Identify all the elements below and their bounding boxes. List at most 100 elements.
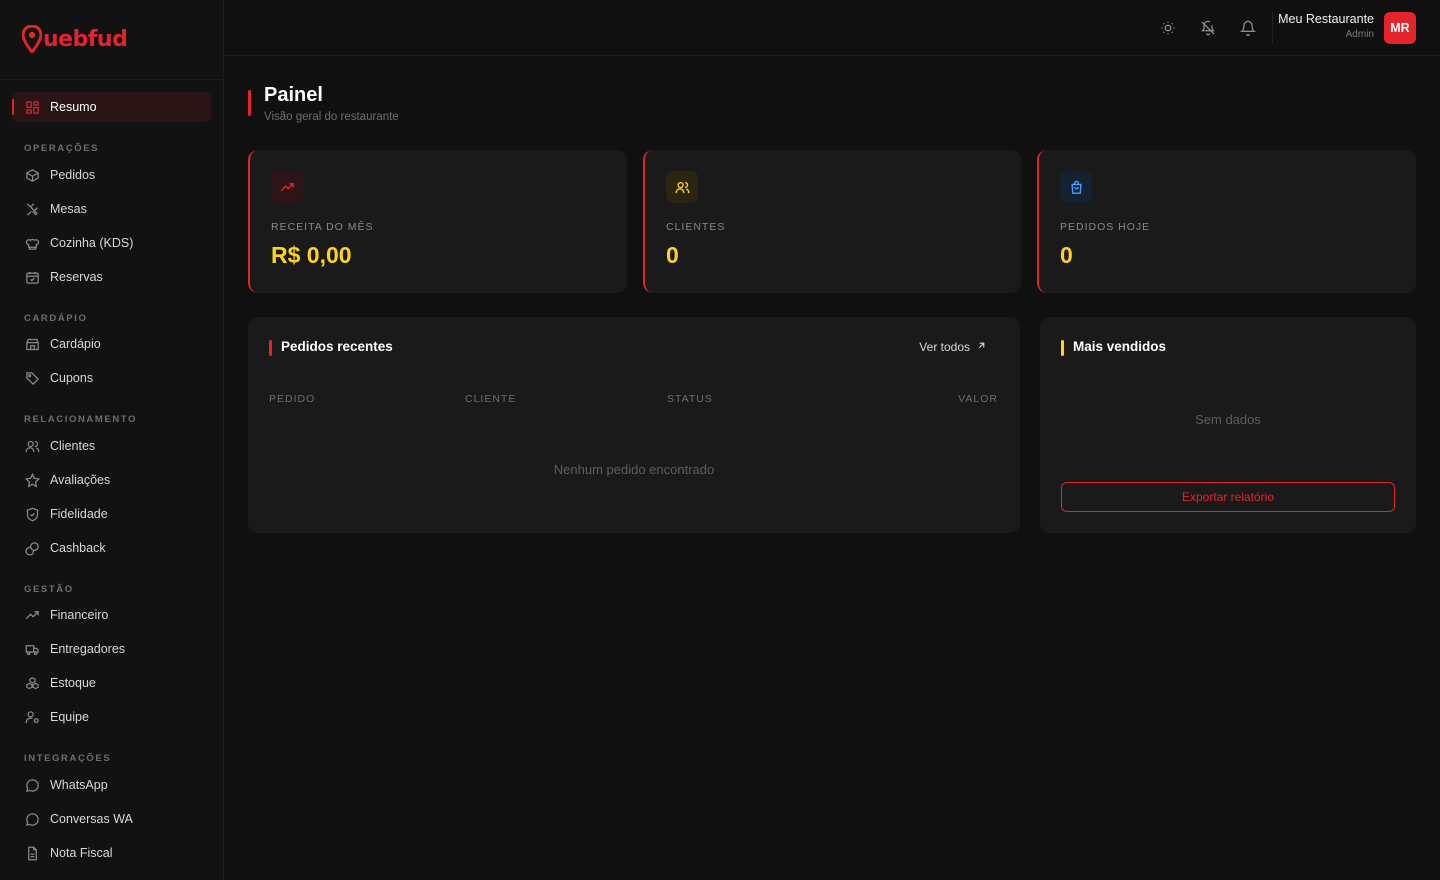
recent-orders-panel: Pedidos recentes Ver todos PEDIDO CLIENT… [248,317,1020,533]
sidebar-item-avaliacoes[interactable]: Avaliações [12,465,211,495]
sidebar-item-label: Fidelidade [50,507,108,521]
header-separator [1272,12,1273,44]
sidebar-item-label: Pedidos [50,168,96,182]
sidebar-item-mesas[interactable]: Mesas [12,194,211,224]
location-pin-logo-icon [22,25,42,53]
brand-logo[interactable]: uebfud [22,22,128,56]
sidebar-item-label: Estoque [50,676,96,690]
sidebar-item-label: Resumo [50,100,97,114]
shield-check-icon [24,506,40,522]
arrow-up-right-icon [976,340,987,354]
sidebar-item-conversas-wa[interactable]: Conversas WA [12,804,211,834]
calendar-check-icon [24,269,40,285]
user-name[interactable]: Meu Restaurante [1278,12,1374,26]
user-role: Admin [1345,29,1374,40]
stat-value: 0 [1060,242,1073,268]
avatar[interactable]: MR [1384,12,1416,44]
best-sellers-panel: Mais vendidos Sem dados Exportar relatór… [1040,317,1416,533]
file-text-icon [24,845,40,861]
message-circle-icon [24,777,40,793]
store-icon [24,336,40,352]
user-cog-icon [24,709,40,725]
page-subtitle: Visão geral do restaurante [264,111,399,123]
page-title: Painel [264,84,323,106]
trending-up-icon [24,607,40,623]
grid-icon [24,99,40,115]
chef-hat-icon [24,235,40,251]
panel-title: Mais vendidos [1073,339,1167,354]
sidebar-item-cardapio[interactable]: Cardápio [12,329,211,359]
brand-name: uebfud [43,26,128,52]
sidebar-item-financeiro[interactable]: Financeiro [12,600,211,630]
stat-value: R$ 0,00 [271,242,352,268]
sun-icon[interactable] [1158,18,1178,38]
users-icon [24,438,40,454]
panel-accent-bar [1061,340,1064,356]
star-icon [24,472,40,488]
stat-label: CLIENTES [666,221,726,233]
sidebar-item-nota-fiscal[interactable]: Nota Fiscal [12,838,211,868]
column-header-cliente[interactable]: CLIENTE [465,393,516,405]
panel-title: Pedidos recentes [281,339,393,354]
stat-label: RECEITA DO MÊS [271,221,374,233]
truck-icon [24,641,40,657]
sidebar-item-label: Cardápio [50,337,101,351]
sidebar-item-estoque[interactable]: Estoque [12,668,211,698]
utensils-icon [24,201,40,217]
sidebar-item-reservas[interactable]: Reservas [12,262,211,292]
panel-accent-bar [269,340,272,356]
sidebar-item-resumo[interactable]: Resumo [12,92,211,122]
section-label-cardapio: CARDÁPIO [24,313,88,324]
users-icon [666,171,698,203]
sidebar-item-entregadores[interactable]: Entregadores [12,634,211,664]
sidebar-item-label: Clientes [50,439,96,453]
section-label-relacionamento: RELACIONAMENTO [24,414,138,425]
stat-value: 0 [666,242,679,268]
sidebar-item-label: Financeiro [50,608,109,622]
bell-off-icon[interactable] [1198,18,1218,38]
sidebar-item-label: Nota Fiscal [50,846,113,860]
stat-card-pedidos-hoje: PEDIDOS HOJE 0 [1037,150,1416,293]
sidebar-item-cashback[interactable]: Cashback [12,533,211,563]
stat-label: PEDIDOS HOJE [1060,221,1151,233]
sidebar-divider [0,79,223,80]
section-label-gestao: GESTÃO [24,584,74,595]
sidebar-item-label: WhatsApp [50,778,108,792]
trending-up-icon [271,171,303,203]
shopping-bag-icon [1060,171,1092,203]
title-accent-bar [248,90,251,116]
column-header-pedido[interactable]: PEDIDO [269,393,315,405]
sidebar: uebfud Resumo OPERAÇÕES Pedidos Mesas Co… [0,0,224,880]
boxes-icon [24,675,40,691]
sidebar-item-label: Entregadores [50,642,126,656]
empty-state-message: Nenhum pedido encontrado [553,462,715,477]
stat-card-clientes: CLIENTES 0 [643,150,1021,293]
sidebar-item-label: Conversas WA [50,812,133,826]
empty-state-message: Sem dados [1195,412,1261,427]
sidebar-item-label: Mesas [50,202,87,216]
sidebar-item-label: Equipe [50,710,89,724]
bell-icon[interactable] [1238,18,1258,38]
top-header: Meu Restaurante Admin MR [224,0,1440,56]
sidebar-item-clientes[interactable]: Clientes [12,431,211,461]
view-all-link[interactable]: Ver todos [919,340,987,354]
section-label-operacoes: OPERAÇÕES [24,143,100,154]
sidebar-item-whatsapp[interactable]: WhatsApp [12,770,211,800]
message-circle-icon [24,811,40,827]
sidebar-item-cozinha[interactable]: Cozinha (KDS) [12,228,211,258]
sidebar-item-pedidos[interactable]: Pedidos [12,160,211,190]
package-icon [24,167,40,183]
sidebar-item-label: Cupons [50,371,94,385]
sidebar-item-cupons[interactable]: Cupons [12,363,211,393]
export-report-button[interactable]: Exportar relatório [1061,482,1395,512]
sidebar-item-equipe[interactable]: Equipe [12,702,211,732]
coins-icon [24,540,40,556]
view-all-label: Ver todos [919,340,970,354]
sidebar-item-fidelidade[interactable]: Fidelidade [12,499,211,529]
column-header-valor[interactable]: VALOR [958,393,998,405]
stat-card-receita: RECEITA DO MÊS R$ 0,00 [248,150,627,293]
tag-icon [24,370,40,386]
sidebar-item-label: Cashback [50,541,106,555]
column-header-status[interactable]: STATUS [667,393,713,405]
sidebar-item-label: Cozinha (KDS) [50,236,134,250]
